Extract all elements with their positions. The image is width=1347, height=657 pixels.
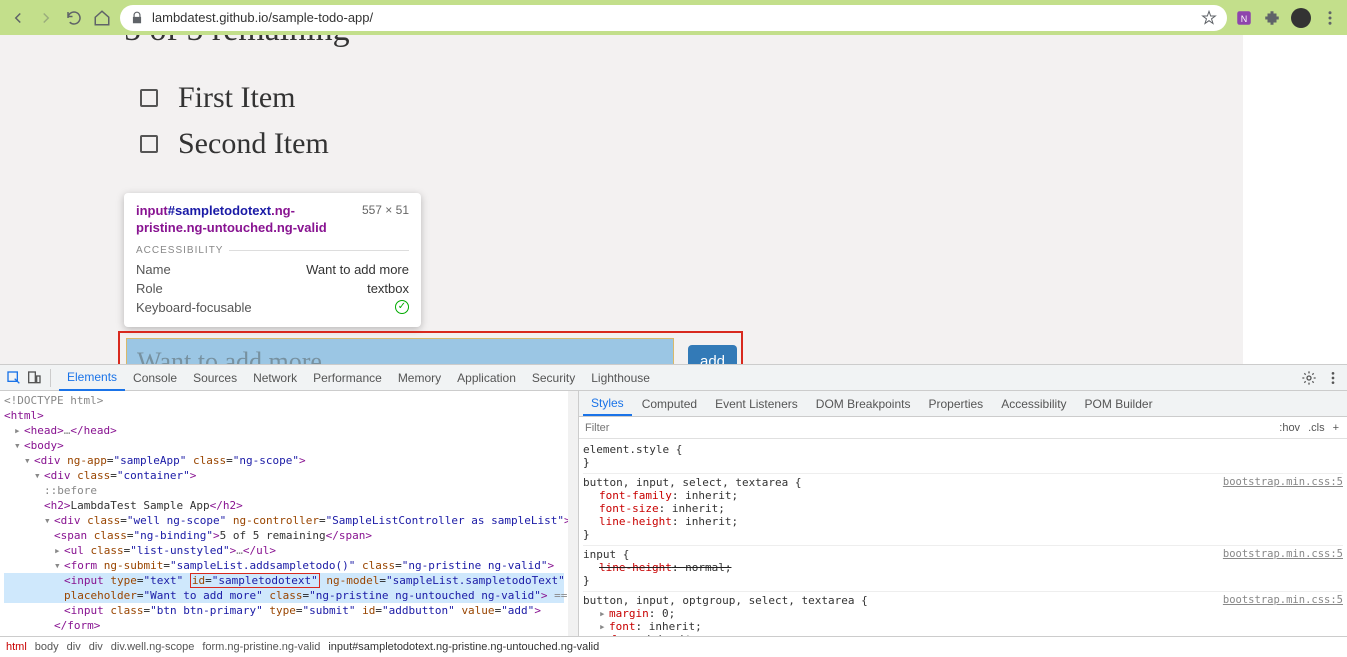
url-text: lambdatest.github.io/sample-todo-app/ [152,10,1193,25]
dom-line[interactable]: ▾<div ng-app="sampleApp" class="ng-scope… [4,453,564,468]
elements-breadcrumb: htmlbodydivdivdiv.well.ng-scopeform.ng-p… [0,636,1347,656]
dom-line[interactable]: <html> [4,408,564,423]
tooltip-dimensions: 557 × 51 [362,203,409,217]
elements-dom-panel[interactable]: <!DOCTYPE html><html>▸<head>…</head>▾<bo… [0,391,568,636]
breadcrumb-item[interactable]: body [35,641,59,653]
breadcrumb-item[interactable]: html [6,641,27,653]
devtools-menu-icon[interactable] [1325,370,1341,386]
dom-line[interactable]: ▾<body> [4,438,564,453]
todo-label: First Item [178,81,296,115]
checkbox-icon[interactable] [140,89,158,107]
dom-line[interactable]: </form> [4,618,564,633]
menu-icon[interactable] [1321,9,1339,27]
cls-toggle[interactable]: .cls [1308,422,1325,434]
tooltip-row: Keyboard-focusable✓ [136,298,409,317]
devtools-tab-elements[interactable]: Elements [59,365,125,391]
dom-line[interactable]: ::before [4,483,564,498]
dom-line[interactable]: placeholder="Want to add more" class="ng… [4,588,564,603]
devtools-tab-lighthouse[interactable]: Lighthouse [583,365,658,391]
dom-line[interactable]: <!DOCTYPE html> [4,393,564,408]
inspect-tooltip: input#sampletodotext.ng-pristine.ng-unto… [124,193,421,327]
lock-icon [130,11,144,25]
breadcrumb-item[interactable]: input#sampletodotext.ng-pristine.ng-unto… [328,641,599,653]
extensions-icon[interactable] [1263,9,1281,27]
todo-input-highlighted[interactable]: Want to add more [126,338,674,364]
dom-line[interactable]: <span class="ng-binding">5 of 5 remainin… [4,528,564,543]
styles-tab-properties[interactable]: Properties [920,393,991,415]
profile-avatar[interactable] [1291,8,1311,28]
add-button[interactable]: add [688,345,737,364]
todo-list: First Item Second Item [124,81,1243,161]
devtools-tab-sources[interactable]: Sources [185,365,245,391]
devtools-tab-security[interactable]: Security [524,365,583,391]
tooltip-row: NameWant to add more [136,260,409,279]
devtools-tab-application[interactable]: Application [449,365,524,391]
css-block[interactable]: bootstrap.min.css:5button, input, optgro… [583,592,1343,636]
devtools-settings-icon[interactable] [1301,370,1317,386]
extension-n-icon[interactable]: N [1235,9,1253,27]
todo-item: First Item [140,81,1243,115]
scrollbar[interactable] [568,391,578,636]
todo-label: Second Item [178,127,329,161]
css-block[interactable]: bootstrap.min.css:5button, input, select… [583,474,1343,546]
page-viewport: 5 of 5 remaining First Item Second Item … [0,35,1347,364]
forward-icon[interactable] [36,8,56,28]
new-style-icon[interactable]: + [1333,422,1339,434]
devtools-tab-network[interactable]: Network [245,365,305,391]
inspect-element-icon[interactable] [6,370,22,386]
styles-tab-accessibility[interactable]: Accessibility [993,393,1074,415]
back-icon[interactable] [8,8,28,28]
chrome-right-icons: N [1235,8,1339,28]
dom-line[interactable]: </div> [4,633,564,636]
breadcrumb-item[interactable]: form.ng-pristine.ng-valid [202,641,320,653]
device-toolbar-icon[interactable] [26,370,42,386]
remaining-text: 5 of 5 remaining [124,35,1243,49]
devtools-tabs: ElementsConsoleSourcesNetworkPerformance… [0,364,1347,390]
styles-tab-styles[interactable]: Styles [583,392,632,416]
tooltip-section-header: ACCESSIBILITY [136,245,409,256]
devtools-tab-memory[interactable]: Memory [390,365,449,391]
dom-line[interactable]: ▾<form ng-submit="sampleList.addsampleto… [4,558,564,573]
placeholder-text: Want to add more [137,347,322,365]
checkbox-icon[interactable] [140,135,158,153]
dom-line[interactable]: ▸<head>…</head> [4,423,564,438]
breadcrumb-item[interactable]: div [89,641,103,653]
star-icon[interactable] [1201,10,1217,26]
styles-panel: StylesComputedEvent ListenersDOM Breakpo… [578,391,1347,636]
styles-tab-dom-breakpoints[interactable]: DOM Breakpoints [808,393,919,415]
dom-line[interactable]: ▸<ul class="list-unstyled">…</ul> [4,543,564,558]
devtools-body: <!DOCTYPE html><html>▸<head>…</head>▾<bo… [0,390,1347,636]
styles-tab-pom-builder[interactable]: POM Builder [1077,393,1161,415]
css-block[interactable]: bootstrap.min.css:5input {line-height: n… [583,546,1343,592]
check-icon: ✓ [395,300,409,314]
url-bar[interactable]: lambdatest.github.io/sample-todo-app/ [120,5,1227,31]
styles-filter-input[interactable] [579,420,1271,436]
dom-line[interactable]: <input type="text" id="sampletodotext" n… [4,573,564,588]
breadcrumb-item[interactable]: div [67,641,81,653]
dom-line[interactable]: <h2>LambdaTest Sample App</h2> [4,498,564,513]
breadcrumb-item[interactable]: div.well.ng-scope [111,641,195,653]
reload-icon[interactable] [64,8,84,28]
styles-tab-event-listeners[interactable]: Event Listeners [707,393,806,415]
dom-line[interactable]: ▾<div class="well ng-scope" ng-controlle… [4,513,564,528]
styles-filter-row: :hov .cls + [579,417,1347,439]
devtools-tab-performance[interactable]: Performance [305,365,390,391]
svg-text:N: N [1241,13,1248,23]
css-block[interactable]: element.style {} [583,441,1343,474]
styles-tab-computed[interactable]: Computed [634,393,705,415]
tooltip-selector: input#sampletodotext.ng-pristine.ng-unto… [136,203,362,237]
hov-toggle[interactable]: :hov [1279,422,1300,434]
dom-line[interactable]: ▾<div class="container"> [4,468,564,483]
dom-line[interactable]: <input class="btn btn-primary" type="sub… [4,603,564,618]
styles-tabs: StylesComputedEvent ListenersDOM Breakpo… [579,391,1347,417]
todo-item: Second Item [140,127,1243,161]
browser-toolbar: lambdatest.github.io/sample-todo-app/ N [0,0,1347,35]
home-icon[interactable] [92,8,112,28]
tooltip-row: Roletextbox [136,279,409,298]
styles-rules[interactable]: element.style {}bootstrap.min.css:5butto… [579,439,1347,636]
devtools-tab-console[interactable]: Console [125,365,185,391]
